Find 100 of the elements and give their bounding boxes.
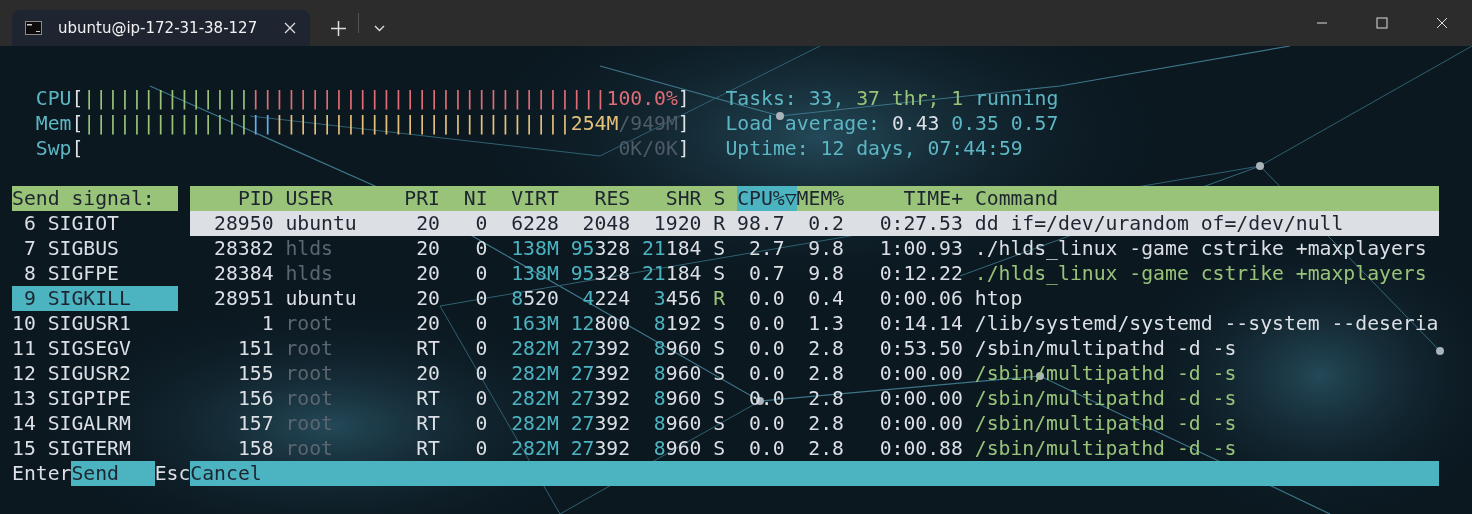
table-cell: /sbin/multipathd -d -s bbox=[974, 336, 1237, 361]
signal-item[interactable]: 12 SIGUSR2 bbox=[12, 361, 179, 386]
column-header[interactable]: Command bbox=[974, 186, 1059, 211]
column-header[interactable]: USER bbox=[285, 186, 405, 211]
meter-bar-label: |||||||||||||||||||||||||||||||||||||||||||| bbox=[83, 86, 607, 111]
table-cell: R bbox=[713, 286, 726, 311]
table-cell-text: 1:00.93 bbox=[878, 236, 963, 261]
table-cell-text: 9.8 bbox=[807, 261, 844, 286]
table-cell-text: 0:00.00 bbox=[878, 361, 963, 386]
table-cell-text: 8960 bbox=[652, 336, 702, 361]
signal-item[interactable]: 10 SIGUSR1 bbox=[12, 311, 179, 336]
signal-item[interactable]: 13 SIGPIPE bbox=[12, 386, 179, 411]
table-cell-text: 0.4 bbox=[807, 286, 844, 311]
table-cell: 27392 bbox=[570, 361, 631, 386]
table-cell-text: 0 bbox=[474, 436, 488, 461]
table-cell: 27392 bbox=[570, 336, 631, 361]
table-cell: S bbox=[713, 386, 726, 411]
table-cell-text: 0:00.00 bbox=[878, 411, 963, 436]
table-cell-text: 0 bbox=[474, 386, 488, 411]
table-cell-text: 0 bbox=[474, 361, 488, 386]
key-label: Enter bbox=[12, 461, 72, 486]
table-cell-text: 8960 bbox=[652, 411, 702, 436]
process-row[interactable]: 28382 hlds 20 0 138M 95328 21184 S 2.7 9.8 1:00.93 ./hlds_linux -game cstrike +maxplayers bbox=[190, 236, 1439, 261]
maximize-icon bbox=[1376, 17, 1388, 29]
table-cell-text: 20 bbox=[415, 311, 440, 336]
table-cell-text: 28384 bbox=[213, 261, 274, 286]
terminal-tab[interactable]: ubuntu@ip-172-31-38-127 bbox=[12, 10, 310, 46]
panel-title: Send signal: bbox=[12, 186, 179, 211]
table-cell-text: 0:14.14 bbox=[878, 311, 963, 336]
process-row[interactable]: 28950 ubuntu 20 0 6228 2048 1920 R 98.7 0.2 0:27.53 dd if=/dev/urandom of=/dev/null bbox=[190, 211, 1439, 236]
process-row[interactable]: 28951 ubuntu 20 0 8520 4224 3456 R 0.0 0.4 0:00.06 htop bbox=[190, 286, 1439, 311]
process-row[interactable]: 158 root RT 0 282M 27392 8960 S 0.0 2.8 0:00.88 /sbin/multipathd -d -s bbox=[190, 436, 1439, 461]
process-row[interactable]: 151 root RT 0 282M 27392 8960 S 0.0 2.8 0:53.50 /sbin/multipathd -d -s bbox=[190, 336, 1439, 361]
close-tab-button[interactable] bbox=[284, 22, 296, 34]
action-button[interactable]: Cancel bbox=[190, 461, 1439, 486]
table-cell-text: 282M bbox=[510, 361, 559, 386]
table-cell-text: 282M bbox=[510, 411, 559, 436]
process-row[interactable]: 155 root 20 0 282M 27392 8960 S 0.0 2.8 0:00.00 /sbin/multipathd -d -s bbox=[190, 361, 1439, 386]
signal-item[interactable]: 6 SIGIOT bbox=[12, 211, 179, 236]
table-cell-text: RT bbox=[415, 411, 440, 436]
table-cell-text: 0.7 bbox=[747, 261, 785, 286]
signal-item[interactable]: 11 SIGSEGV bbox=[12, 336, 179, 361]
column-header[interactable]: RES bbox=[570, 186, 643, 211]
column-header[interactable]: CPU%▽ bbox=[737, 186, 797, 211]
table-cell-text: 0 bbox=[474, 261, 488, 286]
column-header[interactable]: SHR bbox=[642, 186, 714, 211]
table-cell-text: 1 bbox=[260, 311, 274, 336]
signal-item[interactable]: 8 SIGFPE bbox=[12, 261, 179, 286]
table-cell-text: 138M bbox=[510, 236, 559, 261]
table-cell-text: 0:27.53 bbox=[878, 211, 963, 236]
table-cell-text: 282M bbox=[510, 336, 559, 361]
table-cell: ./hlds_linux -game cstrike +maxplayers bbox=[974, 261, 1427, 286]
table-cell: 21184 bbox=[642, 261, 702, 286]
column-header[interactable]: VIRT bbox=[499, 186, 571, 211]
table-cell-text: 2.8 bbox=[807, 411, 844, 436]
table-cell: 27392 bbox=[570, 436, 631, 461]
column-header[interactable]: PRI bbox=[404, 186, 452, 211]
table-cell-text: 20 bbox=[415, 261, 440, 286]
table-cell-text: 0.0 bbox=[747, 436, 785, 461]
table-cell-text: 157 bbox=[236, 411, 274, 436]
table-cell-text: 8192 bbox=[652, 311, 702, 336]
table-cell-text: root bbox=[285, 411, 334, 436]
table-cell: ./hlds_linux -game cstrike +maxplayers bbox=[974, 236, 1427, 261]
column-header[interactable]: MEM% bbox=[796, 186, 857, 211]
process-row[interactable]: 1 root 20 0 163M 12800 8192 S 0.0 1.3 0:14.14 /lib/systemd/systemd --system --deseria bbox=[190, 311, 1439, 336]
table-cell: S bbox=[713, 361, 726, 386]
column-header[interactable]: S bbox=[713, 186, 738, 211]
table-cell: S bbox=[713, 261, 726, 286]
table-cell-text: RT bbox=[415, 436, 440, 461]
table-cell: htop bbox=[974, 286, 1023, 311]
table-cell-text: 28951 bbox=[213, 286, 274, 311]
signal-item[interactable]: 9 SIGKILL bbox=[12, 286, 179, 311]
process-row[interactable]: 156 root RT 0 282M 27392 8960 S 0.0 2.8 0:00.00 /sbin/multipathd -d -s bbox=[190, 386, 1439, 411]
process-row[interactable]: 157 root RT 0 282M 27392 8960 S 0.0 2.8 0:00.00 /sbin/multipathd -d -s bbox=[190, 411, 1439, 436]
signal-item[interactable]: 7 SIGBUS bbox=[12, 236, 179, 261]
table-cell-text: 0 bbox=[474, 211, 488, 236]
table-cell-text: 0.0 bbox=[747, 286, 785, 311]
table-cell-text: 0:53.50 bbox=[878, 336, 963, 361]
table-cell-text: ubuntu bbox=[285, 211, 358, 236]
meter-label: Swp bbox=[35, 136, 72, 161]
table-cell-text: hlds bbox=[285, 236, 334, 261]
table-cell: 98.7 bbox=[737, 211, 785, 236]
table-cell-text: 0.2 bbox=[807, 211, 844, 236]
table-cell-text: 9.8 bbox=[807, 236, 844, 261]
signal-item[interactable]: 15 SIGTERM bbox=[12, 436, 179, 461]
meter-value: 100.0% bbox=[606, 86, 678, 111]
meter-bracket: ] bbox=[677, 86, 690, 111]
column-header[interactable]: PID bbox=[190, 186, 286, 211]
table-cell-text: 2.8 bbox=[807, 361, 844, 386]
terminal-icon bbox=[25, 21, 42, 35]
action-button[interactable]: Send bbox=[71, 461, 155, 486]
table-cell-text: 155 bbox=[236, 361, 274, 386]
table-cell-text: 20 bbox=[415, 211, 440, 236]
column-header[interactable]: NI bbox=[451, 186, 500, 211]
table-cell-text: 8960 bbox=[652, 386, 702, 411]
column-header[interactable]: TIME+ bbox=[856, 186, 975, 211]
table-cell-text: 282M bbox=[510, 436, 559, 461]
table-cell-text: 156 bbox=[236, 386, 274, 411]
signal-item[interactable]: 14 SIGALRM bbox=[12, 411, 179, 436]
meter-label: Mem bbox=[35, 111, 72, 136]
